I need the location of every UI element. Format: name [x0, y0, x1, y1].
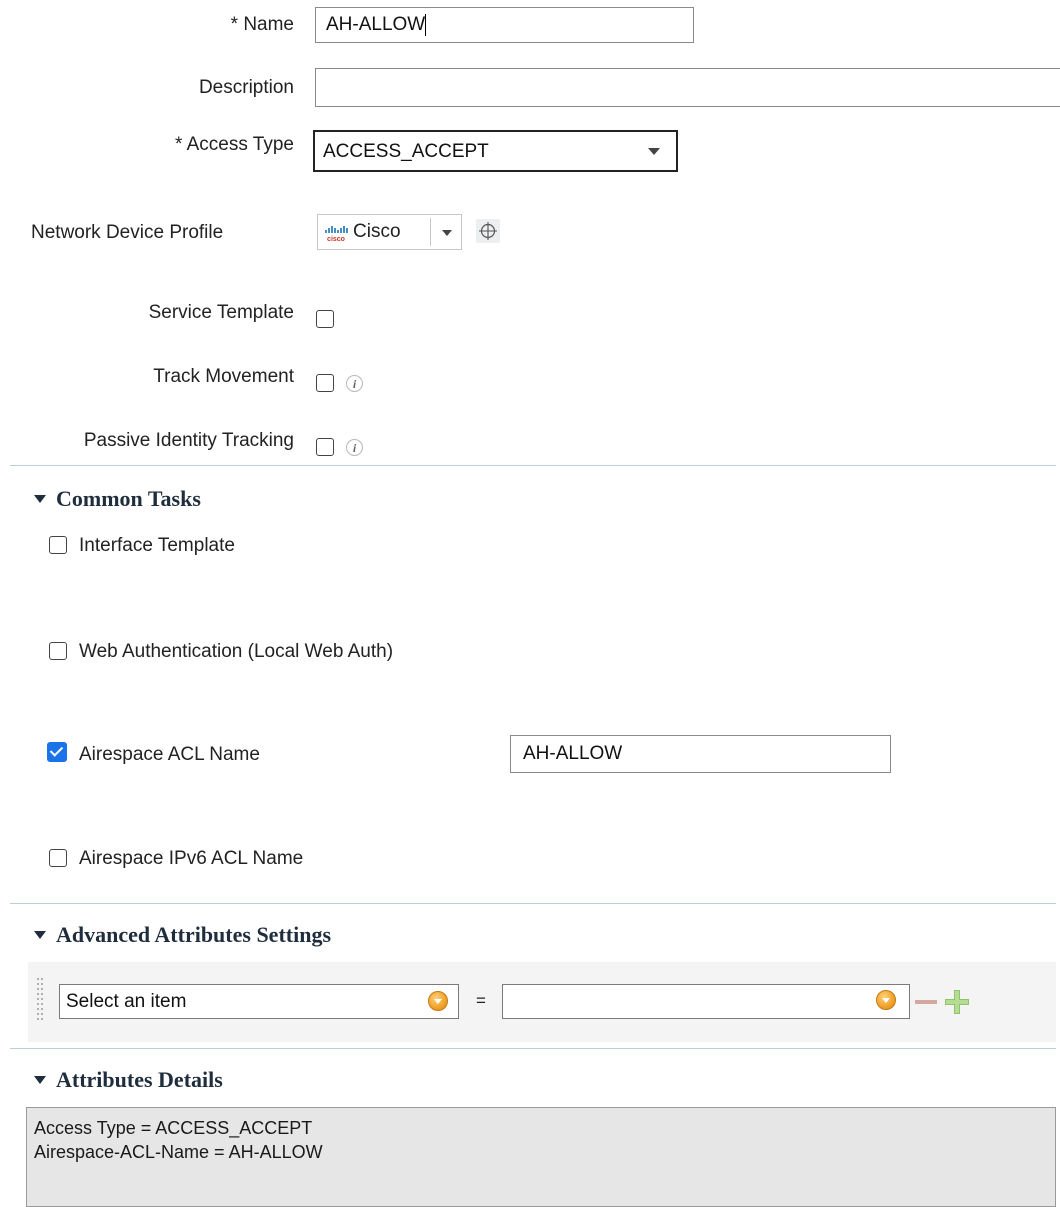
- svg-text:cisco: cisco: [327, 236, 345, 242]
- description-label: Description: [198, 77, 294, 98]
- advanced-attributes-title: Advanced Attributes Settings: [56, 922, 332, 947]
- info-icon[interactable]: i: [346, 439, 363, 456]
- service-template-label: Service Template: [148, 302, 294, 323]
- cisco-logo-icon: cisco: [325, 226, 348, 242]
- passive-identity-label: Passive Identity Tracking: [83, 430, 294, 451]
- name-value: AH-ALLOW: [326, 14, 426, 35]
- common-tasks-header[interactable]: Common Tasks: [34, 486, 201, 512]
- section-divider: [10, 903, 1056, 904]
- crosshair-icon: [479, 222, 497, 240]
- track-movement-label: Track Movement: [153, 366, 294, 387]
- attributes-details-header[interactable]: Attributes Details: [34, 1067, 223, 1093]
- airespace-acl-input[interactable]: AH-ALLOW: [510, 735, 891, 773]
- web-auth-checkbox[interactable]: [49, 642, 67, 660]
- text-caret: [425, 13, 427, 36]
- access-type-select[interactable]: ACCESS_ACCEPT: [313, 130, 678, 172]
- dropdown-circle-icon[interactable]: [876, 990, 896, 1010]
- details-line: Access Type = ACCESS_ACCEPT: [34, 1118, 313, 1138]
- attributes-details-box: Access Type = ACCESS_ACCEPT Airespace-AC…: [26, 1107, 1056, 1207]
- chevron-down-icon: [648, 148, 660, 155]
- section-divider: [10, 465, 1056, 466]
- ndp-select[interactable]: cisco Cisco: [317, 214, 462, 250]
- dropdown-circle-icon[interactable]: [428, 991, 448, 1011]
- section-divider: [10, 1048, 1056, 1049]
- track-movement-checkbox[interactable]: [316, 374, 334, 392]
- service-template-checkbox[interactable]: [316, 310, 334, 328]
- ndp-label: Network Device Profile: [31, 222, 224, 243]
- interface-template-label: Interface Template: [79, 535, 235, 556]
- ndp-divider: [430, 218, 431, 246]
- equals-sign: =: [476, 991, 486, 1010]
- attributes-details-title: Attributes Details: [56, 1067, 223, 1092]
- access-type-value: ACCESS_ACCEPT: [323, 141, 489, 162]
- expand-triangle-icon: [34, 1075, 46, 1084]
- interface-template-checkbox[interactable]: [49, 536, 67, 554]
- expand-triangle-icon: [34, 930, 46, 939]
- plus-icon[interactable]: [942, 987, 972, 1017]
- airespace-acl-checkbox[interactable]: [47, 742, 67, 762]
- ndp-value: Cisco: [353, 221, 401, 242]
- airespace-ipv6-acl-label: Airespace IPv6 ACL Name: [79, 848, 304, 869]
- passive-identity-checkbox[interactable]: [316, 438, 334, 456]
- attribute-value-select[interactable]: [502, 984, 910, 1019]
- expand-triangle-icon: [34, 494, 46, 503]
- advanced-attributes-header[interactable]: Advanced Attributes Settings: [34, 922, 331, 948]
- info-icon[interactable]: i: [346, 375, 363, 392]
- details-line: Airespace-ACL-Name = AH-ALLOW: [34, 1142, 323, 1162]
- airespace-ipv6-acl-checkbox[interactable]: [49, 849, 67, 867]
- web-auth-label: Web Authentication (Local Web Auth): [79, 641, 394, 662]
- description-input[interactable]: [315, 68, 1060, 107]
- target-button[interactable]: [476, 219, 500, 243]
- attribute-select[interactable]: Select an item: [59, 984, 459, 1019]
- chevron-down-icon: [442, 230, 452, 236]
- minus-icon[interactable]: [913, 990, 939, 1014]
- airespace-acl-label: Airespace ACL Name: [79, 744, 260, 765]
- common-tasks-title: Common Tasks: [56, 486, 201, 511]
- access-type-label: * Access Type: [175, 134, 294, 155]
- name-input[interactable]: AH-ALLOW: [315, 7, 694, 43]
- name-label: * Name: [230, 14, 294, 35]
- drag-handle-icon[interactable]: [37, 978, 45, 1026]
- attribute-select-placeholder: Select an item: [66, 991, 187, 1012]
